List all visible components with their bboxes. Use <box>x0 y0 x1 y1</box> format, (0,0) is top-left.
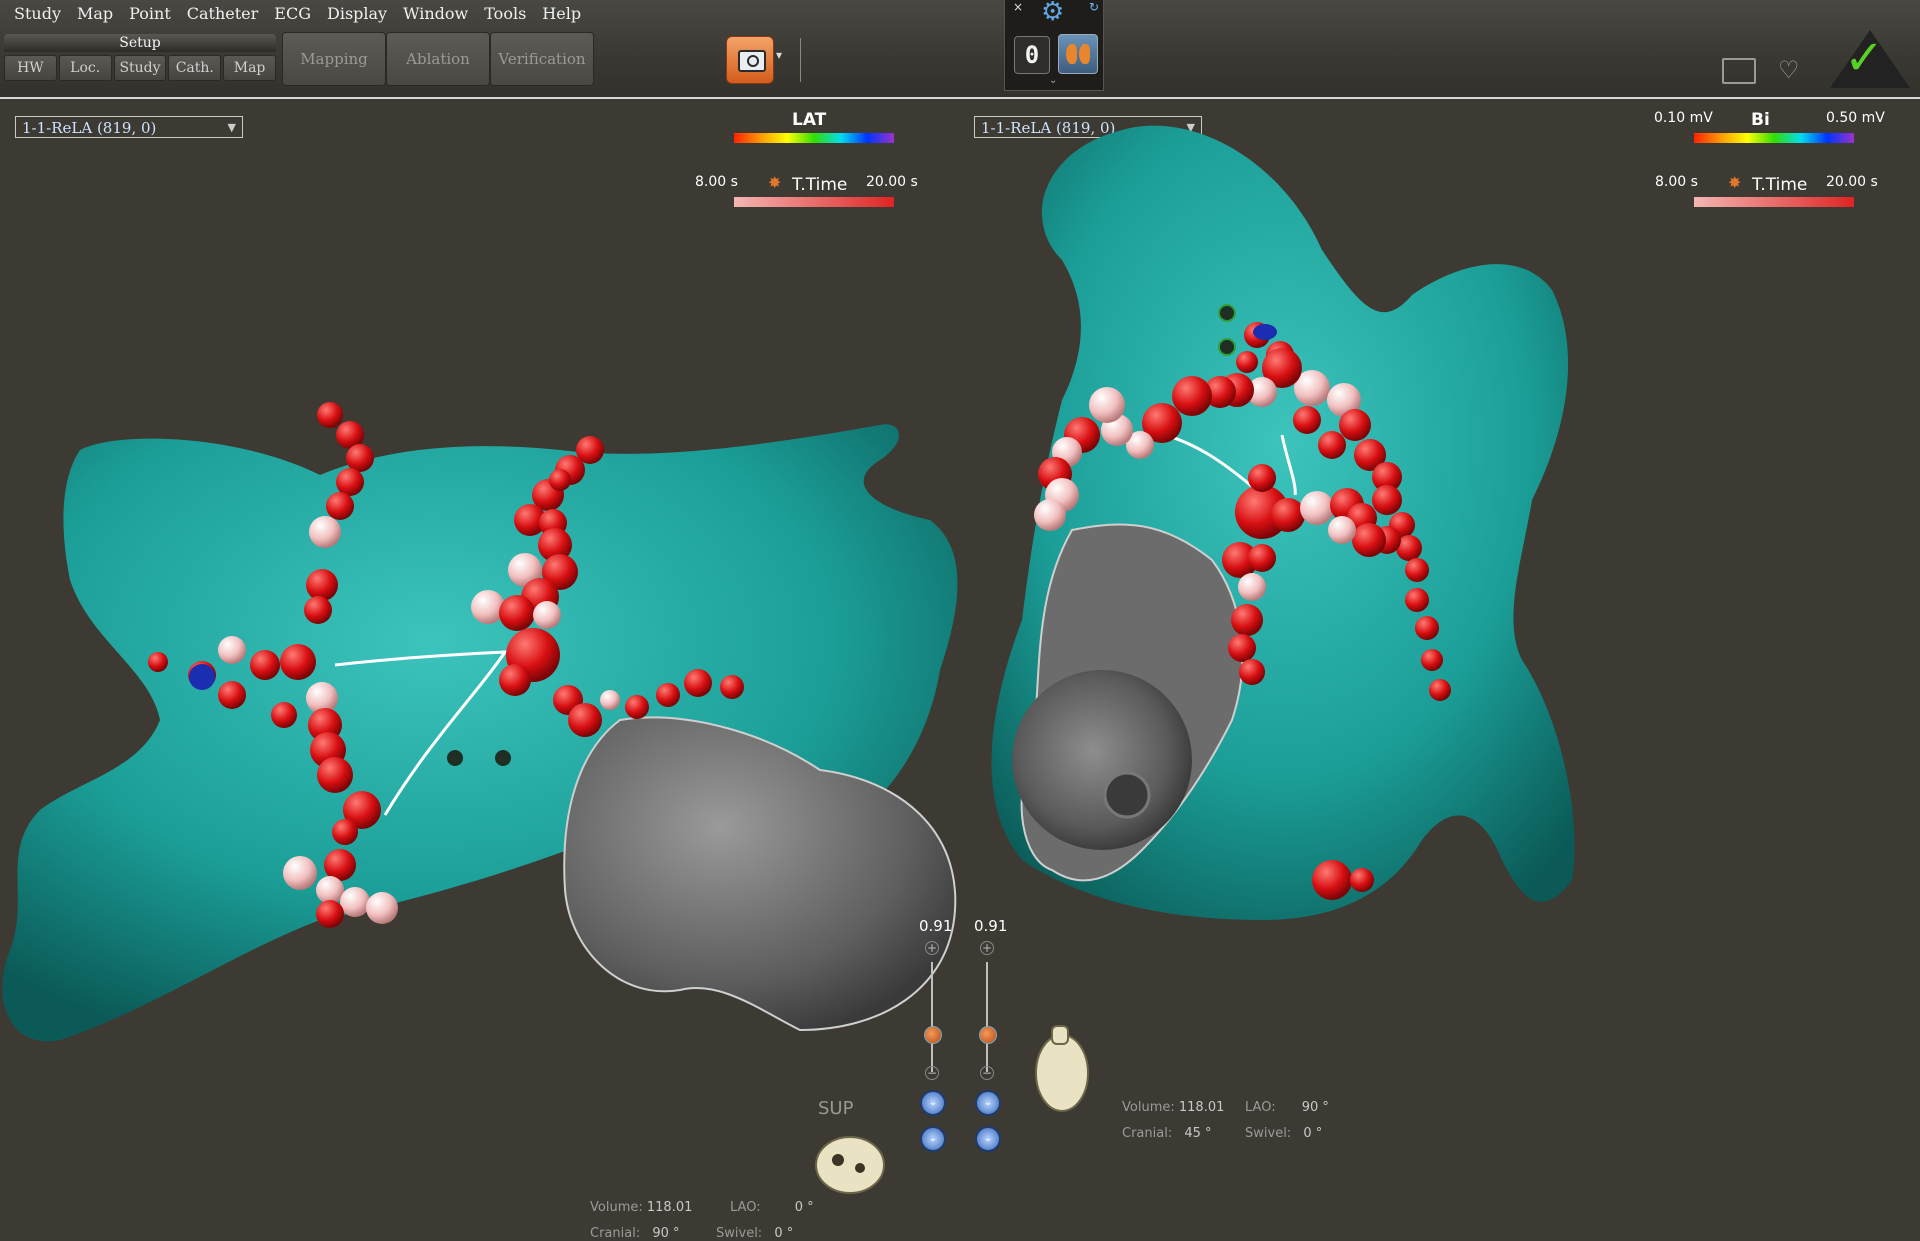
gear-icon[interactable]: ⚙ <box>1041 0 1064 27</box>
ttime-label: T.Time <box>792 175 848 195</box>
camera-icon <box>738 50 766 72</box>
heart-orientation-icon-right[interactable] <box>1026 1018 1096 1118</box>
cranial-readout: Cranial: 45 ° <box>1122 1126 1212 1141</box>
verification-mode-button[interactable]: Verification <box>490 32 594 86</box>
respiration-panel: × ⚙ ↻ 0 ⌄ <box>1004 0 1104 91</box>
catheter-electrode <box>1218 304 1236 322</box>
lat-color-bar <box>734 133 894 143</box>
pulmonary-vein-os <box>1012 670 1192 850</box>
view-button-left-2[interactable]: ⌄ <box>920 1126 946 1152</box>
zoom-slider-left[interactable] <box>931 962 933 1072</box>
menu-tools[interactable]: Tools <box>476 2 534 26</box>
check-icon: ✓ <box>1844 30 1885 86</box>
lat-legend-title: LAT <box>792 110 827 130</box>
zoom-value-left: 0.91 <box>919 917 953 935</box>
map-view-right[interactable]: 1-1-ReLA (819, 0) ▼ 0.10 mV Bi 0.50 mV 8… <box>962 100 1920 1165</box>
menu-map[interactable]: Map <box>69 2 121 26</box>
swivel-readout: Swivel: 0 ° <box>1245 1126 1323 1141</box>
menu-point[interactable]: Point <box>121 2 179 26</box>
heart-status-icon: ♡ <box>1778 56 1800 84</box>
main-toolbar: Study Map Point Catheter ECG Display Win… <box>0 0 1920 99</box>
refresh-icon[interactable]: ↻ <box>1089 0 1099 14</box>
orientation-label: SUP <box>818 1098 854 1119</box>
heart-orientation-icon[interactable] <box>810 1130 890 1200</box>
menu-window[interactable]: Window <box>395 2 476 26</box>
view-button-left[interactable]: ⌄ <box>920 1090 946 1116</box>
ttime-icon: ✸ <box>768 173 782 192</box>
menu-study[interactable]: Study <box>6 2 69 26</box>
setup-tab-study[interactable]: Study <box>113 55 167 81</box>
catheter-tip-marker <box>1253 324 1277 340</box>
menu-catheter[interactable]: Catheter <box>179 2 267 26</box>
chevron-down-icon[interactable]: ⌄ <box>1049 75 1057 86</box>
setup-group: Setup HW Loc. Study Cath. Map <box>4 34 276 81</box>
mapping-mode-button[interactable]: Mapping <box>282 32 386 86</box>
catheter-electrode <box>495 750 511 766</box>
chevron-down-icon[interactable]: ▾ <box>776 48 782 62</box>
left-atrium-model[interactable] <box>962 100 1920 1080</box>
lao-readout: LAO: 90 ° <box>1245 1100 1329 1115</box>
menu-bar: Study Map Point Catheter ECG Display Win… <box>6 2 589 26</box>
snapshot-button[interactable] <box>726 36 774 84</box>
zoom-in-left[interactable]: + <box>925 941 939 955</box>
menu-help[interactable]: Help <box>534 2 589 26</box>
chevron-down-icon: ▼ <box>227 121 236 134</box>
ttime-min: 8.00 s <box>695 174 738 190</box>
lao-readout: LAO: 0 ° <box>730 1200 814 1215</box>
close-icon[interactable]: × <box>1013 0 1023 14</box>
zoom-handle-left[interactable] <box>924 1026 942 1044</box>
zoom-out-left[interactable]: − <box>925 1066 939 1080</box>
catheter-electrode <box>1218 338 1236 356</box>
setup-tab-map[interactable]: Map <box>223 55 276 81</box>
setup-title[interactable]: Setup <box>4 34 276 52</box>
setup-tab-cath[interactable]: Cath. <box>168 55 222 81</box>
map-view-left[interactable]: 1-1-ReLA (819, 0) ▼ LAT 8.00 s ✸ T.Time … <box>0 100 958 1241</box>
catheter-electrode <box>447 750 463 766</box>
ttime-max: 20.00 s <box>866 174 918 190</box>
lungs-icon[interactable] <box>1058 34 1098 74</box>
respiration-count: 0 <box>1014 36 1050 74</box>
left-atrium-model[interactable] <box>0 310 958 1210</box>
map-selector-value: 1-1-ReLA (819, 0) <box>22 119 157 137</box>
swivel-readout: Swivel: 0 ° <box>716 1226 794 1241</box>
volume-readout: Volume: 118.01 <box>1122 1100 1225 1115</box>
menu-display[interactable]: Display <box>319 2 395 26</box>
toolbar-divider <box>800 38 801 82</box>
ttime-color-bar <box>734 197 894 207</box>
setup-tab-loc[interactable]: Loc. <box>58 55 112 81</box>
catheter-tip-marker <box>189 664 215 690</box>
menu-ecg[interactable]: ECG <box>266 2 319 26</box>
setup-tab-hw[interactable]: HW <box>4 55 57 81</box>
monitor-status-icon <box>1722 58 1756 84</box>
cranial-readout: Cranial: 90 ° <box>590 1226 680 1241</box>
map-selector[interactable]: 1-1-ReLA (819, 0) ▼ <box>15 116 243 138</box>
ablation-mode-button[interactable]: Ablation <box>386 32 490 86</box>
volume-readout: Volume: 118.01 <box>590 1200 693 1215</box>
